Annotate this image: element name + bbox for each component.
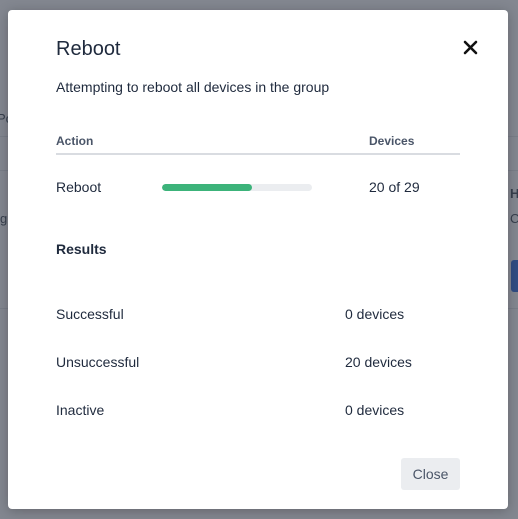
result-row-inactive: Inactive 0 devices [56, 402, 460, 420]
result-label: Unsuccessful [56, 354, 140, 370]
results-heading: Results [56, 241, 107, 257]
result-label: Inactive [56, 402, 105, 418]
action-name: Reboot [56, 179, 102, 195]
progress-fill [162, 184, 252, 191]
dialog-title: Reboot [56, 38, 121, 60]
reboot-progress-bar [162, 184, 312, 191]
result-row-successful: Successful 0 devices [56, 306, 460, 324]
close-button[interactable]: Close [401, 458, 460, 490]
result-value: 0 devices [345, 402, 405, 418]
device-count: 20 of 29 [369, 179, 420, 195]
table-header-divider [56, 153, 460, 155]
result-value: 20 devices [345, 354, 412, 370]
reboot-dialog: Reboot Attempting to reboot all devices … [8, 10, 508, 509]
column-header-action: Action [56, 134, 94, 148]
dialog-subtitle: Attempting to reboot all devices in the … [56, 79, 330, 95]
result-row-unsuccessful: Unsuccessful 20 devices [56, 354, 460, 372]
result-value: 0 devices [345, 306, 405, 322]
result-label: Successful [56, 306, 124, 322]
close-icon[interactable] [461, 38, 481, 58]
close-icon-glyph [463, 40, 478, 55]
column-header-devices: Devices [369, 134, 415, 148]
